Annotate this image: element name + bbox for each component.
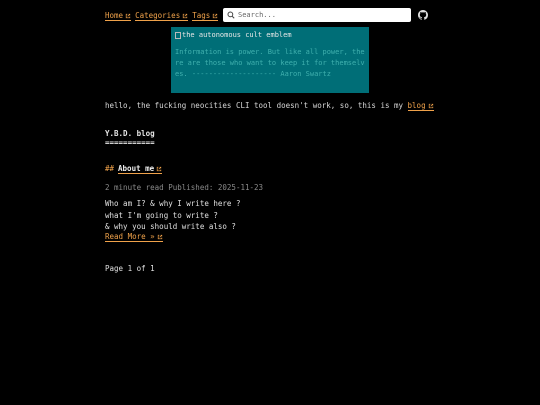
quote-author: Aaron Swartz xyxy=(280,70,331,79)
nav-categories-link[interactable]: Categories xyxy=(135,11,189,21)
external-link-icon xyxy=(157,234,163,240)
blog-link-label: blog xyxy=(407,101,426,110)
post-title-label: About me xyxy=(118,164,155,173)
read-more-label: Read More » xyxy=(105,232,155,241)
nav-home-label: Home xyxy=(105,11,124,20)
post-meta: 2 minute read Published: 2025-11-23 xyxy=(105,183,264,192)
post-hash: ## xyxy=(105,164,115,173)
header-nav: Home Categories Tags xyxy=(105,8,429,23)
external-link-icon xyxy=(156,166,162,172)
nav-tags-link[interactable]: Tags xyxy=(192,11,219,21)
nav-categories-label: Categories xyxy=(135,11,181,20)
nav-tags-label: Tags xyxy=(192,11,211,20)
excerpt-line: & why you should write also ? xyxy=(105,222,236,231)
quote-body: Information is power. But like all power… xyxy=(175,48,365,79)
excerpt-line: what I'm going to write ? xyxy=(105,210,218,220)
external-link-icon xyxy=(125,13,131,19)
pagination: Page 1 of 1 xyxy=(105,264,155,273)
excerpt-line: Who am I? & why I write here ? xyxy=(105,199,241,208)
search-box[interactable] xyxy=(223,8,411,22)
intro-text: hello, the fucking neocities CLI tool do… xyxy=(105,101,408,110)
post-title-link[interactable]: About me xyxy=(118,164,163,174)
blog-link[interactable]: blog xyxy=(407,101,434,111)
emblem-image: the autonomous cult emblem xyxy=(175,30,365,40)
intro-line: hello, the fucking neocities CLI tool do… xyxy=(105,101,434,112)
read-more-link[interactable]: Read More » xyxy=(105,232,163,242)
quote-text: Information is power. But like all power… xyxy=(175,47,365,80)
post-heading: ## About me xyxy=(105,164,163,175)
quote-banner: the autonomous cult emblem Information i… xyxy=(171,27,369,93)
nav-home-link[interactable]: Home xyxy=(105,11,132,21)
github-icon[interactable] xyxy=(418,10,428,20)
post-excerpt: Who am I? & why I write here ? what I'm … xyxy=(105,198,240,233)
external-link-icon xyxy=(428,103,434,109)
external-link-icon xyxy=(212,13,218,19)
search-input[interactable] xyxy=(238,11,398,19)
external-link-icon xyxy=(182,13,188,19)
read-more: Read More » xyxy=(105,232,163,243)
emblem-alt-text: the autonomous cult emblem xyxy=(182,31,292,39)
blog-heading-title: Y.B.D. blog xyxy=(105,129,155,138)
search-icon xyxy=(227,11,235,19)
blog-heading: Y.B.D. blog =========== xyxy=(105,129,155,147)
broken-image-icon xyxy=(175,31,181,39)
blog-heading-underline: =========== xyxy=(105,138,155,147)
